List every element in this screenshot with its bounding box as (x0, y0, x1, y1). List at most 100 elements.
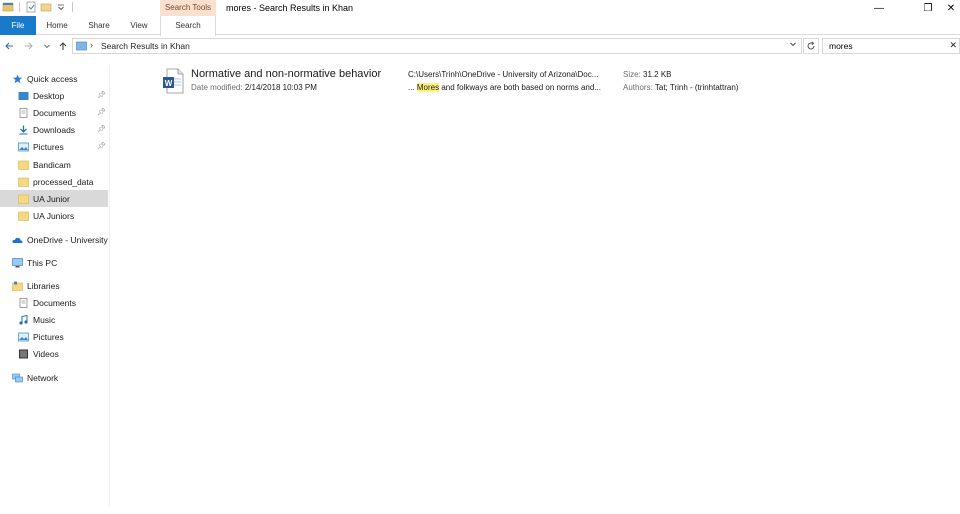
sidebar-item-label: processed_data (33, 176, 94, 187)
arrow-right-icon (25, 42, 33, 50)
search-folder-icon (76, 41, 87, 51)
sidebar-item-onedrive[interactable]: OneDrive - University (12, 231, 110, 248)
properties-icon[interactable] (25, 1, 37, 13)
sidebar-item-ua-junior[interactable]: UA Junior (0, 190, 108, 207)
svg-text:W: W (165, 79, 173, 88)
sidebar-item-pictures[interactable]: Pictures 📌︎ (18, 138, 108, 155)
network-icon (12, 373, 23, 382)
sidebar-item-libraries[interactable]: Libraries (12, 277, 108, 294)
sidebar-item-label: Network (27, 372, 59, 383)
close-icon[interactable]: ✕ (949, 40, 957, 51)
sidebar-item-videos[interactable]: Videos (18, 345, 108, 362)
sidebar-item-label: Documents (33, 107, 76, 118)
tab-home[interactable]: Home (40, 16, 74, 35)
star-icon (12, 74, 23, 83)
snippet-prefix: ... (408, 83, 417, 92)
sidebar-item-this-pc[interactable]: This PC (12, 254, 108, 271)
sidebar-item-processed-data[interactable]: processed_data (18, 173, 108, 190)
sidebar-item-bandicam[interactable]: Bandicam (18, 156, 108, 173)
downloads-icon (19, 125, 28, 134)
music-icon (19, 314, 28, 325)
desktop-icon (18, 91, 29, 100)
sidebar-item-label: UA Juniors (33, 210, 75, 221)
chevron-down-icon (44, 44, 50, 49)
window-title: mores - Search Results in Khan (226, 3, 354, 13)
snippet-rest: and folkways are both based on norms and… (439, 83, 601, 92)
pin-icon[interactable]: 📌︎ (97, 142, 106, 150)
title-bar: mores - Search Results in Khan — ❐ ✕ (0, 0, 960, 16)
quick-access-toolbar (2, 1, 75, 13)
explorer-icon[interactable] (2, 1, 14, 13)
up-button[interactable] (56, 38, 70, 54)
tab-file[interactable]: File (0, 16, 36, 35)
sidebar-item-quick-access[interactable]: Quick access (12, 70, 108, 87)
breadcrumb[interactable]: Search Results in Khan (101, 41, 190, 51)
documents-icon (19, 107, 28, 118)
sidebar-item-network[interactable]: Network (12, 369, 108, 386)
videos-icon (19, 349, 28, 358)
restore-button[interactable]: ❐ (912, 0, 944, 16)
recent-locations-button[interactable] (40, 38, 54, 54)
sidebar-item-label: Videos (33, 348, 59, 359)
sidebar-item-library-documents[interactable]: Documents (18, 294, 108, 311)
arrow-left-icon (5, 42, 13, 50)
result-authors: Authors: Tat; Trinh - (trinhtattran) (623, 83, 738, 92)
new-folder-icon[interactable] (40, 1, 52, 13)
refresh-button[interactable] (803, 38, 819, 54)
chevron-down-icon[interactable] (55, 1, 67, 13)
toolbar-separator (19, 2, 20, 12)
word-document-icon: W (162, 68, 184, 94)
search-input[interactable]: mores ✕ (822, 38, 960, 54)
authors-value: Tat; Trinh - (trinhtattran) (654, 83, 739, 92)
result-size: Size: 31.2 KB (623, 70, 672, 79)
date-value: 2/14/2018 10:03 PM (244, 83, 317, 92)
computer-icon (12, 257, 23, 267)
result-title[interactable]: Normative and non-normative behavior (191, 68, 381, 80)
sidebar-item-label: UA Junior (33, 193, 70, 204)
sidebar-item-desktop[interactable]: Desktop 📌︎ (18, 87, 108, 104)
toolbar-separator (72, 2, 73, 12)
pin-icon[interactable]: 📌︎ (97, 125, 106, 133)
documents-icon (19, 297, 28, 308)
sidebar-item-label: Downloads (33, 124, 76, 135)
sidebar-item-label: Libraries (27, 280, 60, 291)
search-highlight: Mores (416, 83, 440, 92)
navigation-pane: Quick access Desktop 📌︎ Documents 📌︎ Dow… (0, 66, 110, 506)
address-bar[interactable]: › Search Results in Khan (72, 38, 802, 54)
search-tools-contextual-label: Search Tools (160, 0, 216, 16)
sidebar-item-downloads[interactable]: Downloads 📌︎ (18, 121, 108, 138)
folder-icon (18, 177, 29, 187)
sidebar-item-library-pictures[interactable]: Pictures (18, 328, 108, 345)
ribbon-tabs: File Home Share View Search (0, 16, 960, 36)
forward-button[interactable] (22, 38, 36, 54)
minimize-button[interactable]: — (863, 0, 895, 16)
result-path: C:\Users\Trinh\OneDrive - University of … (408, 70, 599, 79)
sidebar-item-label: Music (33, 314, 56, 325)
pin-icon[interactable]: 📌︎ (97, 91, 106, 99)
folder-icon (18, 211, 29, 221)
date-label: Date modified: (191, 83, 243, 92)
tab-share[interactable]: Share (82, 16, 116, 35)
sidebar-item-ua-juniors[interactable]: UA Juniors (18, 207, 108, 224)
sidebar-item-label: Bandicam (33, 159, 71, 170)
tab-search[interactable]: Search (160, 16, 216, 36)
sidebar-item-label: OneDrive - University (27, 234, 108, 245)
list-item[interactable]: W Normative and non-normative behavior D… (160, 66, 960, 100)
address-dropdown-icon[interactable] (789, 40, 797, 50)
sidebar-item-label: Pictures (33, 141, 64, 152)
refresh-icon (807, 41, 815, 50)
close-button[interactable]: ✕ (942, 0, 960, 16)
sidebar-item-music[interactable]: Music (18, 311, 108, 328)
sidebar-item-label: This PC (27, 257, 58, 268)
result-snippet: ... Mores and folkways are both based on… (408, 83, 601, 92)
back-button[interactable] (2, 38, 16, 54)
tab-view[interactable]: View (122, 16, 156, 35)
sidebar-item-label: Quick access (27, 73, 78, 84)
authors-label: Authors: (623, 83, 653, 92)
sidebar-item-documents[interactable]: Documents 📌︎ (18, 104, 108, 121)
breadcrumb-chevron-icon[interactable]: › (90, 40, 93, 50)
size-label: Size: (623, 70, 641, 79)
pin-icon[interactable]: 📌︎ (97, 108, 106, 116)
pictures-icon (18, 332, 29, 341)
result-date-modified: Date modified: 2/14/2018 10:03 PM (191, 83, 317, 92)
